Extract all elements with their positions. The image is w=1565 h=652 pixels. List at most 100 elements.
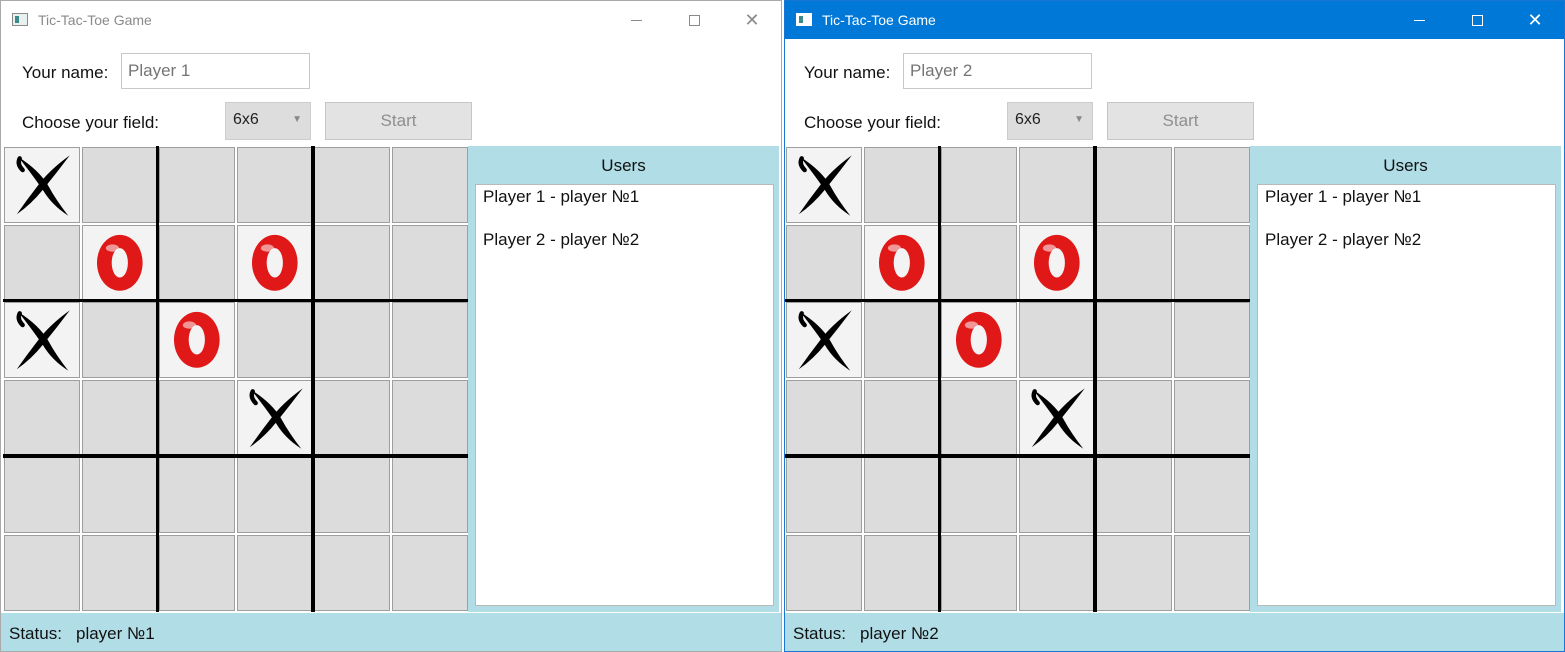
board-cell[interactable] (159, 457, 235, 533)
board-cell[interactable] (391, 534, 468, 611)
board-cell[interactable] (159, 534, 235, 611)
board-cell[interactable] (941, 224, 1017, 301)
board-cell[interactable] (81, 224, 158, 301)
board-cell[interactable] (81, 379, 158, 456)
board-cell[interactable] (391, 302, 468, 378)
start-button[interactable]: Start (325, 102, 472, 140)
board-cell[interactable] (314, 224, 390, 301)
board-cell[interactable] (1173, 147, 1250, 223)
board-cell[interactable] (1173, 379, 1250, 456)
board-cell[interactable] (786, 224, 862, 301)
board-cell[interactable] (941, 379, 1017, 456)
board-cell[interactable] (4, 224, 80, 301)
title-bar[interactable]: Tic-Tac-Toe Game ✕ (1, 1, 781, 39)
field-size-value: 6x6 (233, 111, 259, 128)
board-cell[interactable] (236, 302, 313, 378)
board-cell[interactable] (863, 147, 940, 223)
board-cell[interactable] (1018, 379, 1095, 456)
board-cell[interactable] (863, 457, 940, 533)
x-mark-icon (798, 155, 852, 216)
close-icon[interactable]: ✕ (723, 1, 781, 39)
board-cell[interactable] (786, 457, 862, 533)
board-cell[interactable] (1018, 147, 1095, 223)
name-input[interactable] (903, 53, 1092, 89)
board-cell[interactable] (786, 379, 862, 456)
board-cell[interactable] (941, 534, 1017, 611)
minimize-icon[interactable] (607, 1, 665, 39)
board-cell[interactable] (4, 534, 80, 611)
board-cell[interactable] (236, 534, 313, 611)
board-cell[interactable] (314, 147, 390, 223)
title-bar[interactable]: Tic-Tac-Toe Game ✕ (785, 1, 1564, 39)
list-item[interactable]: Player 1 - player №1 (1265, 187, 1421, 207)
board-cell[interactable] (4, 457, 80, 533)
board-cell[interactable] (786, 302, 862, 378)
board-cell[interactable] (1096, 302, 1172, 378)
board-cell[interactable] (863, 302, 940, 378)
field-size-select[interactable]: 6x6 ▼ (1007, 102, 1093, 140)
board-cell[interactable] (4, 147, 80, 223)
minimize-icon[interactable] (1390, 1, 1448, 39)
board-cell[interactable] (1173, 224, 1250, 301)
app-window-icon (796, 13, 812, 26)
board-cell[interactable] (863, 379, 940, 456)
board-cell[interactable] (236, 224, 313, 301)
board-cell[interactable] (236, 379, 313, 456)
board-cell[interactable] (159, 302, 235, 378)
start-button[interactable]: Start (1107, 102, 1254, 140)
board-cell[interactable] (941, 457, 1017, 533)
field-size-select[interactable]: 6x6 ▼ (225, 102, 311, 140)
board-cell[interactable] (786, 147, 862, 223)
maximize-icon[interactable] (1448, 1, 1506, 39)
board-cell[interactable] (863, 224, 940, 301)
users-list[interactable]: Player 1 - player №1 Player 2 - player №… (475, 184, 774, 606)
board-cell[interactable] (1173, 302, 1250, 378)
board-cell[interactable] (786, 534, 862, 611)
board-cell[interactable] (81, 147, 158, 223)
list-item[interactable]: Player 2 - player №2 (1265, 230, 1421, 250)
board-cell[interactable] (941, 147, 1017, 223)
board-cell[interactable] (236, 457, 313, 533)
board-cell[interactable] (391, 224, 468, 301)
close-icon[interactable]: ✕ (1506, 1, 1564, 39)
board-cell[interactable] (4, 379, 80, 456)
board-cell[interactable] (4, 302, 80, 378)
board-cell[interactable] (1018, 457, 1095, 533)
board-cell[interactable] (159, 224, 235, 301)
board-cell[interactable] (941, 302, 1017, 378)
board-cell[interactable] (391, 379, 468, 456)
board-cell[interactable] (863, 534, 940, 611)
board-grid (3, 146, 469, 612)
board-cell[interactable] (159, 147, 235, 223)
board-cell[interactable] (81, 534, 158, 611)
x-mark-icon (1031, 388, 1085, 449)
board-cell[interactable] (1096, 224, 1172, 301)
board-cell[interactable] (314, 302, 390, 378)
board-cell[interactable] (1096, 379, 1172, 456)
o-mark-icon (96, 234, 143, 291)
board-cell[interactable] (1018, 224, 1095, 301)
board-cell[interactable] (1173, 534, 1250, 611)
list-item[interactable]: Player 1 - player №1 (483, 187, 639, 207)
board-cell[interactable] (236, 147, 313, 223)
board-cell[interactable] (314, 534, 390, 611)
board-cell[interactable] (81, 302, 158, 378)
users-list[interactable]: Player 1 - player №1 Player 2 - player №… (1257, 184, 1556, 606)
maximize-icon[interactable] (665, 1, 723, 39)
name-input[interactable] (121, 53, 310, 89)
board-cell[interactable] (1018, 302, 1095, 378)
board-cell[interactable] (391, 147, 468, 223)
board-cell[interactable] (1096, 147, 1172, 223)
board-cell[interactable] (81, 457, 158, 533)
board-cell[interactable] (391, 457, 468, 533)
list-item[interactable]: Player 2 - player №2 (483, 230, 639, 250)
game-board (785, 146, 1251, 612)
board-cell[interactable] (1096, 457, 1172, 533)
board-cell[interactable] (1018, 534, 1095, 611)
o-mark-icon (1033, 234, 1080, 291)
board-cell[interactable] (159, 379, 235, 456)
board-cell[interactable] (1173, 457, 1250, 533)
board-cell[interactable] (1096, 534, 1172, 611)
board-cell[interactable] (314, 457, 390, 533)
board-cell[interactable] (314, 379, 390, 456)
